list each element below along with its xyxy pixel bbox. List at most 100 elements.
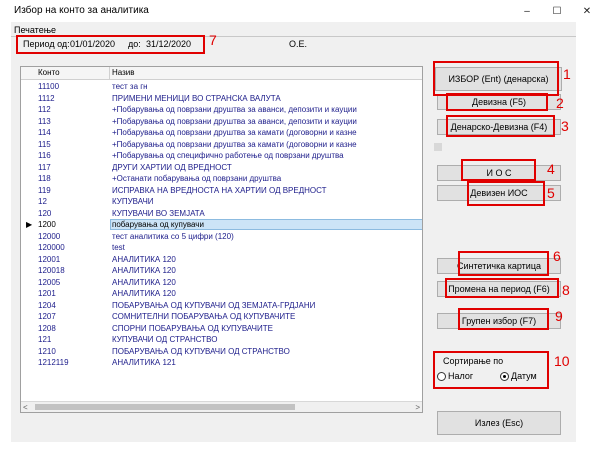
annotation-box-4 [461, 159, 536, 181]
cell-konto[interactable]: 1212119 [38, 358, 69, 367]
table-row[interactable]: 113 +Побарувања од поврзани друштва за ав… [21, 116, 422, 128]
cell-naziv[interactable]: АНАЛИТИКА 121 [112, 358, 176, 367]
cell-konto[interactable]: 1200 [38, 220, 56, 229]
table-row[interactable]: 12000 тест аналитика со 5 цифри (120) [21, 231, 422, 243]
column-header-konto[interactable]: Конто [38, 68, 60, 77]
accounts-grid[interactable]: Конто Назив 11100 тест за гн 1112 ПРИМЕНИ М… [20, 66, 423, 413]
table-row[interactable]: 1212119 АНАЛИТИКА 121 [21, 357, 422, 369]
cell-konto[interactable]: 115 [38, 140, 51, 149]
cell-naziv[interactable]: АНАЛИТИКА 120 [112, 278, 176, 287]
cell-konto[interactable]: 1207 [38, 312, 56, 321]
table-row[interactable]: 119 ИСПРАВКА НА ВРЕДНОСТА НА ХАРТИИ ОД ВР… [21, 185, 422, 197]
cell-konto[interactable]: 12001 [38, 255, 60, 264]
table-row[interactable]: 12005 АНАЛИТИКА 120 [21, 277, 422, 289]
table-row[interactable]: 1207 СОМНИТЕЛНИ ПОБАРУВАЊА ОД КУПУВАЧИТЕ [21, 311, 422, 323]
table-row[interactable]: 120000 test [21, 242, 422, 254]
cell-konto[interactable]: 118 [38, 174, 51, 183]
scroll-right-icon[interactable]: > [415, 403, 420, 412]
cell-naziv[interactable]: +Побарувања од поврзани друштва за камат… [112, 128, 357, 137]
cell-naziv[interactable]: ИСПРАВКА НА ВРЕДНОСТА НА ХАРТИИ ОД ВРЕДН… [112, 186, 327, 195]
cell-naziv[interactable]: АНАЛИТИКА 120 [112, 255, 176, 264]
cell-naziv[interactable]: КУПУВАЧИ ВО ЗЕМЈАТА [112, 209, 205, 218]
table-row[interactable]: 121 КУПУВАЧИ ОД СТРАНСТВО [21, 334, 422, 346]
cell-konto[interactable]: 12 [38, 197, 47, 206]
table-row[interactable]: 1210 ПОБАРУВАЊА ОД КУПУВАЧИ ОД СТРАНСТВО [21, 346, 422, 358]
cell-konto[interactable]: 1204 [38, 301, 56, 310]
scroll-left-icon[interactable]: < [23, 403, 28, 412]
cell-konto[interactable]: 120 [38, 209, 51, 218]
table-row[interactable]: 118 +Останати побарувања од поврзани друш… [21, 173, 422, 185]
dialog-window: Избор на конто за аналитика – ☐ ✕ Печате… [0, 0, 602, 451]
menu-print[interactable]: Печатење [14, 25, 56, 35]
cell-naziv[interactable]: КУПУВАЧИ [112, 197, 154, 206]
title-bar: Избор на конто за аналитика – ☐ ✕ [0, 0, 602, 22]
table-row[interactable]: ▶ 1200 побарувања од купувачи [21, 219, 422, 231]
table-row[interactable]: 12 КУПУВАЧИ [21, 196, 422, 208]
minimize-button[interactable]: – [512, 0, 542, 22]
cell-konto[interactable]: 116 [38, 151, 51, 160]
cell-konto[interactable]: 119 [38, 186, 51, 195]
cell-naziv[interactable]: ДРУГИ ХАРТИИ ОД ВРЕДНОСТ [112, 163, 232, 172]
horizontal-scrollbar[interactable]: < > [21, 401, 422, 412]
izlez-button[interactable]: Излез (Esc) [437, 411, 561, 435]
cell-naziv[interactable]: test [112, 243, 125, 252]
cell-konto[interactable]: 112 [38, 105, 51, 114]
maximize-button[interactable]: ☐ [542, 0, 572, 22]
cell-konto[interactable]: 120000 [38, 243, 65, 252]
cell-naziv[interactable]: тест аналитика со 5 цифри (120) [112, 232, 234, 241]
close-button[interactable]: ✕ [572, 0, 602, 22]
cell-konto[interactable]: 1201 [38, 289, 56, 298]
table-row[interactable]: 114 +Побарувања од поврзани друштва за ка… [21, 127, 422, 139]
annotation-box-6 [458, 251, 549, 276]
cell-naziv[interactable]: +Побарувања од специфично работење од по… [112, 151, 344, 160]
cell-naziv[interactable]: СОМНИТЕЛНИ ПОБАРУВАЊА ОД КУПУВАЧИТЕ [112, 312, 295, 321]
resize-grip[interactable] [434, 143, 442, 151]
cell-naziv[interactable]: +Побарувања од поврзани друштва за камат… [112, 140, 357, 149]
annotation-number-3: 3 [561, 118, 569, 134]
annotation-box-2 [446, 93, 548, 111]
cell-naziv[interactable]: +Побарувања од поврзани друштва за аванс… [112, 105, 357, 114]
cell-konto[interactable]: 12005 [38, 278, 60, 287]
table-row[interactable]: 120018 АНАЛИТИКА 120 [21, 265, 422, 277]
table-row[interactable]: 1201 АНАЛИТИКА 120 [21, 288, 422, 300]
cell-naziv[interactable]: +Побарувања од поврзани друштва за аванс… [112, 117, 357, 126]
annotation-box-7 [16, 35, 205, 54]
cell-naziv[interactable]: ПРИМЕНИ МЕНИЦИ ВО СТРАНСКА ВАЛУТА [112, 94, 281, 103]
table-row[interactable]: 112 +Побарувања од поврзани друштва за ав… [21, 104, 422, 116]
table-row[interactable]: 117 ДРУГИ ХАРТИИ ОД ВРЕДНОСТ [21, 162, 422, 174]
cell-konto[interactable]: 113 [38, 117, 51, 126]
table-row[interactable]: 120 КУПУВАЧИ ВО ЗЕМЈАТА [21, 208, 422, 220]
cell-konto[interactable]: 1208 [38, 324, 56, 333]
scroll-thumb[interactable] [35, 404, 295, 410]
cell-naziv[interactable]: +Останати побарувања од поврзани друштва [112, 174, 281, 183]
table-row[interactable]: 12001 АНАЛИТИКА 120 [21, 254, 422, 266]
cell-konto[interactable]: 117 [38, 163, 51, 172]
cell-konto[interactable]: 120018 [38, 266, 65, 275]
cell-naziv[interactable]: побарувања од купувачи [112, 220, 204, 229]
cell-konto[interactable]: 1210 [38, 347, 56, 356]
annotation-number-7: 7 [209, 32, 217, 48]
cell-naziv[interactable]: КУПУВАЧИ ОД СТРАНСТВО [112, 335, 217, 344]
cell-naziv[interactable]: тест за гн [112, 82, 148, 91]
cell-konto[interactable]: 1112 [38, 94, 55, 103]
annotation-number-2: 2 [556, 95, 564, 111]
cell-konto[interactable]: 114 [38, 128, 51, 137]
cell-konto[interactable]: 12000 [38, 232, 60, 241]
table-row[interactable]: 116 +Побарувања од специфично работење од… [21, 150, 422, 162]
table-row[interactable]: 1112 ПРИМЕНИ МЕНИЦИ ВО СТРАНСКА ВАЛУТА [21, 93, 422, 105]
cell-naziv[interactable]: АНАЛИТИКА 120 [112, 266, 176, 275]
column-divider[interactable] [109, 67, 110, 80]
table-row[interactable]: 1204 ПОБАРУВАЊА ОД КУПУВАЧИ ОД ЗЕМЈАТА-ГР… [21, 300, 422, 312]
annotation-box-8 [445, 278, 559, 298]
cell-konto[interactable]: 11100 [38, 82, 59, 91]
cell-naziv[interactable]: АНАЛИТИКА 120 [112, 289, 176, 298]
column-header-naziv[interactable]: Назив [112, 68, 135, 77]
table-row[interactable]: 115 +Побарувања од поврзани друштва за ка… [21, 139, 422, 151]
cell-konto[interactable]: 121 [38, 335, 51, 344]
cell-naziv[interactable]: СПОРНИ ПОБАРУВАЊА ОД КУПУВАЧИТЕ [112, 324, 273, 333]
table-row[interactable]: 11100 тест за гн [21, 81, 422, 93]
table-row[interactable]: 1208 СПОРНИ ПОБАРУВАЊА ОД КУПУВАЧИТЕ [21, 323, 422, 335]
cell-naziv[interactable]: ПОБАРУВАЊА ОД КУПУВАЧИ ОД ЗЕМЈАТА-ГРДЈАН… [112, 301, 315, 310]
annotation-number-9: 9 [555, 308, 563, 324]
cell-naziv[interactable]: ПОБАРУВАЊА ОД КУПУВАЧИ ОД СТРАНСТВО [112, 347, 290, 356]
